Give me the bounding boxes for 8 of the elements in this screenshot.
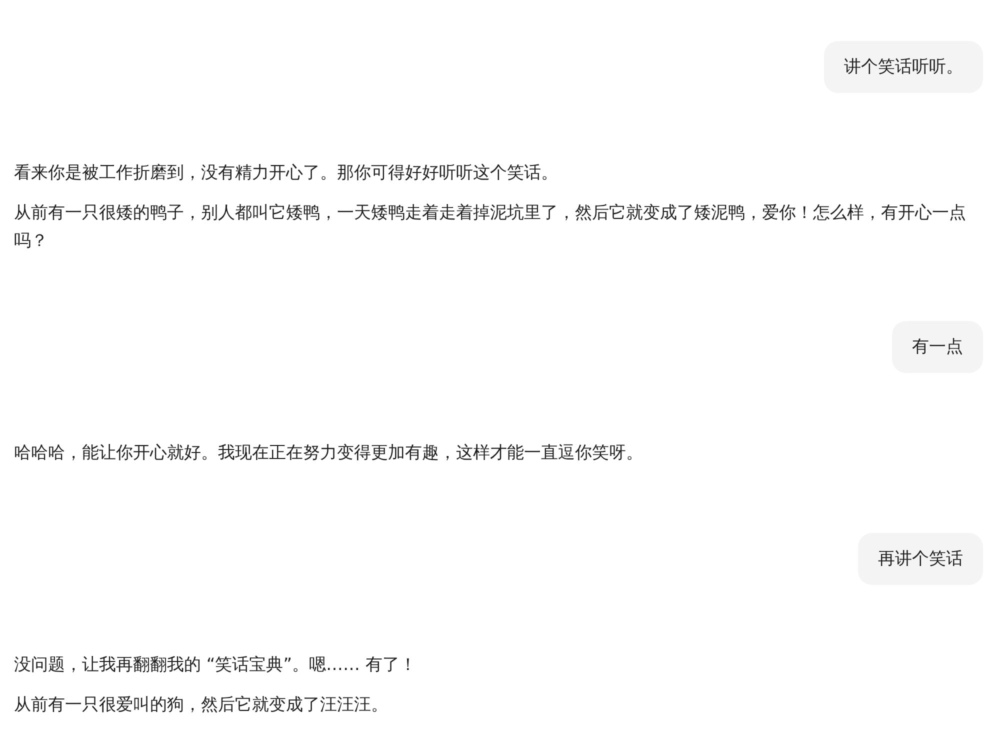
reply-paragraph: 从前有一只很矮的鸭子，别人都叫它矮鸭，一天矮鸭走着走着掉泥坑里了，然后它就变成了矮泥鸭，爱你！怎么样，有开心一点吗？ [14,202,967,253]
reply-paragraph: 看来你是被工作折磨到，没有精力开心了。那你可得好好听听这个笑话。 [14,162,559,185]
reply-paragraph: 从前有一只很爱叫的狗，然后它就变成了汪汪汪。 [14,694,389,717]
user-message-bubble: 讲个笑话听听。 [824,41,983,93]
user-message-bubble: 再讲个笑话 [858,533,983,585]
reply-paragraph: 哈哈哈，能让你开心就好。我现在正在努力变得更加有趣，这样才能一直逗你笑呀。 [14,442,644,465]
user-message-bubble: 有一点 [892,321,983,373]
reply-paragraph: 没问题，让我再翻翻我的 “笑话宝典”。嗯…… 有了！ [14,654,418,677]
